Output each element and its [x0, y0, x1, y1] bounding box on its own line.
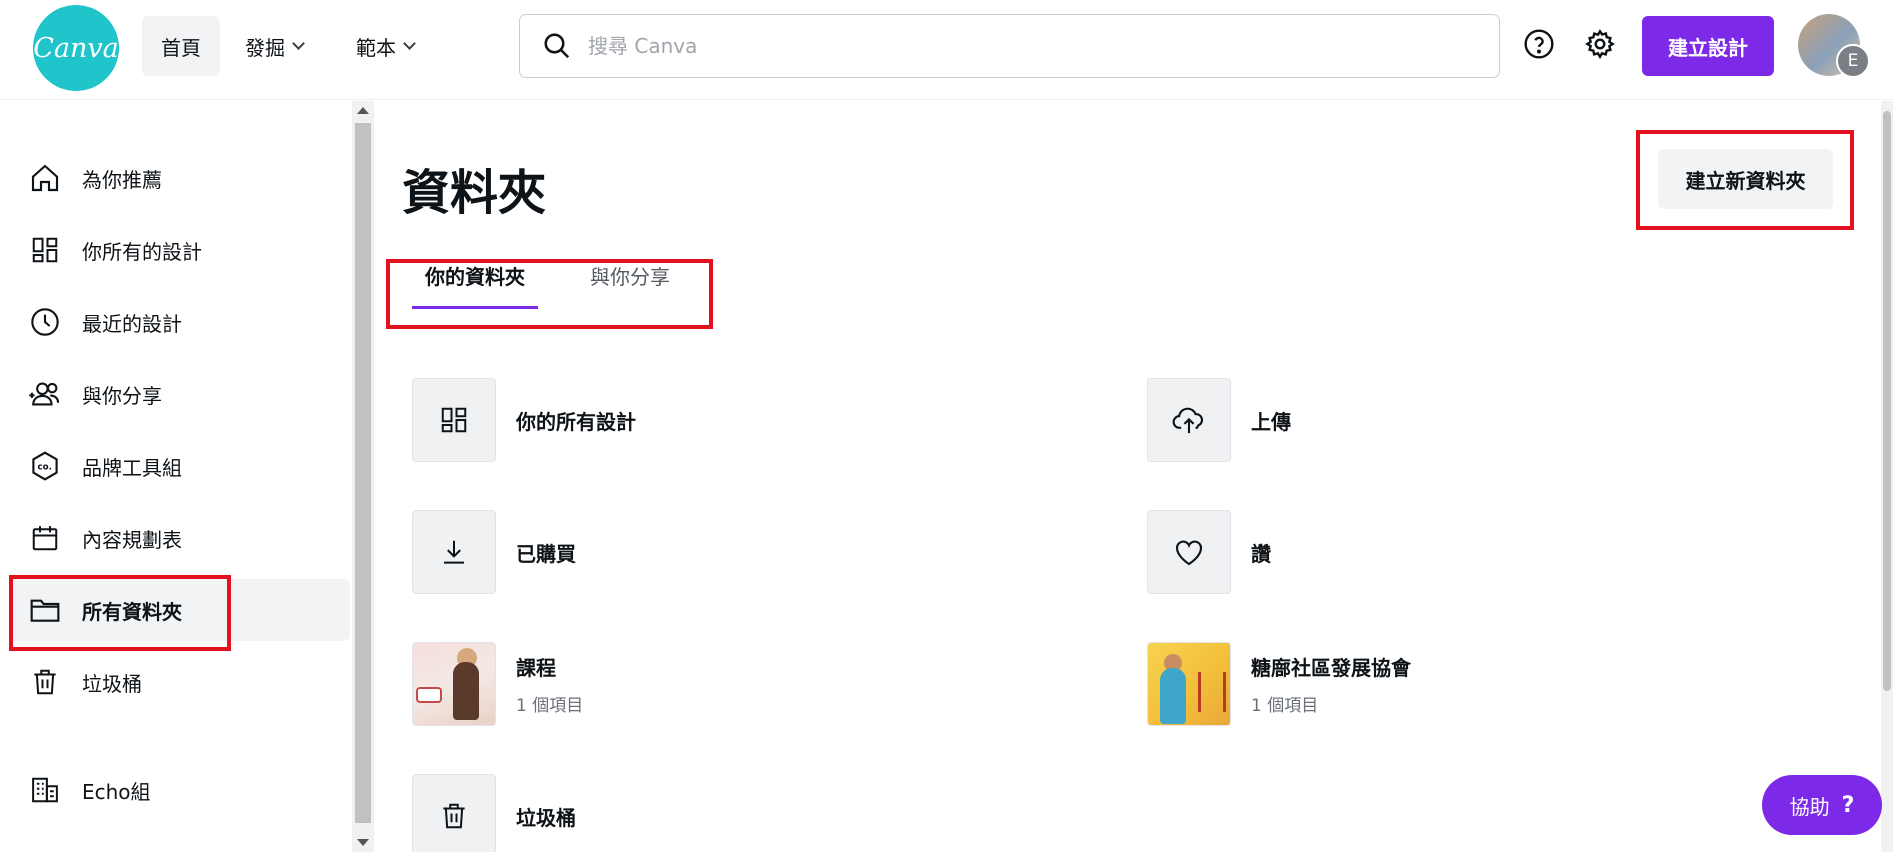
sidebar-item-content-planner[interactable]: 內容規劃表 [10, 507, 350, 569]
thumbnail-person [1160, 668, 1186, 724]
search-bar[interactable] [519, 14, 1500, 78]
folder-tile [412, 642, 496, 726]
sidebar-item-all-designs[interactable]: 你所有的設計 [10, 219, 350, 281]
folder-tile [412, 378, 496, 462]
folder-tile [1147, 642, 1231, 726]
folder-item-count: 1 個項目 [516, 696, 584, 716]
sidebar-item-brand-kit[interactable]: co. 品牌工具組 [10, 435, 350, 497]
sidebar-item-shared[interactable]: 與你分享 [10, 363, 350, 425]
avatar-team-badge: E [1836, 44, 1870, 78]
sidebar-item-trash[interactable]: 垃圾桶 [10, 651, 350, 713]
folder-all-designs[interactable]: 你的所有設計 [412, 378, 636, 462]
folder-uploads[interactable]: 上傳 [1147, 378, 1291, 462]
folder-association[interactable]: 糖廍社區發展協會 1 個項目 [1147, 642, 1411, 726]
sidebar-item-label: 品牌工具組 [82, 455, 182, 480]
nav-discover[interactable]: 發掘 [245, 16, 305, 76]
folder-item-count: 1 個項目 [1251, 696, 1319, 716]
question-mark-icon: ? [1841, 792, 1855, 818]
folder-name: 垃圾桶 [516, 805, 576, 830]
folder-name: 讚 [1251, 541, 1271, 566]
folder-tile [1147, 510, 1231, 594]
sidebar-item-label: Echo組 [82, 779, 151, 804]
folder-likes[interactable]: 讚 [1147, 510, 1271, 594]
nav-home-label: 首頁 [161, 35, 201, 60]
sidebar-item-team[interactable]: Echo組 [10, 759, 350, 821]
main-content: 資料夾 建立新資料夾 你的資料夾 與你分享 你的所有設計 上傳 已購買 讚 課程… [374, 101, 1881, 852]
trash-icon [443, 803, 465, 829]
cloud-upload-icon [1172, 407, 1204, 434]
svg-text:co.: co. [38, 463, 52, 473]
chevron-down-icon [403, 37, 416, 50]
folder-icon [28, 593, 62, 627]
sidebar-item-recent[interactable]: 最近的設計 [10, 291, 350, 353]
question-circle-icon [1524, 29, 1554, 59]
help-fab-label: 協助 [1789, 794, 1830, 819]
create-new-folder-button[interactable]: 建立新資料夾 [1658, 149, 1833, 209]
main-scrollbar[interactable] [1881, 101, 1893, 852]
course-thumbnail [413, 643, 495, 725]
download-icon [444, 540, 464, 564]
nav-templates[interactable]: 範本 [356, 16, 416, 76]
nav-home[interactable]: 首頁 [142, 16, 220, 76]
grid-icon [28, 233, 62, 267]
folder-name: 上傳 [1251, 409, 1291, 434]
sidebar-item-label: 所有資料夾 [82, 599, 182, 624]
scroll-up-arrow-icon[interactable] [357, 107, 369, 114]
scrollbar-thumb[interactable] [355, 123, 371, 823]
sidebar-item-label: 你所有的設計 [82, 239, 202, 264]
thumbnail-calligraphy [1198, 672, 1226, 712]
sidebar-item-label: 內容規劃表 [82, 527, 182, 552]
help-fab-button[interactable]: 協助 ? [1762, 775, 1882, 835]
gear-icon [1585, 29, 1615, 59]
sidebar-item-for-you[interactable]: 為你推薦 [10, 147, 350, 209]
sidebar-item-label: 為你推薦 [82, 167, 162, 192]
folder-trash[interactable]: 垃圾桶 [412, 774, 576, 852]
chevron-down-icon [292, 37, 305, 50]
home-icon [28, 161, 62, 195]
thumbnail-person [453, 662, 479, 720]
scroll-down-arrow-icon[interactable] [357, 839, 369, 846]
heart-icon [1175, 540, 1203, 566]
nav-templates-label: 範本 [356, 35, 396, 60]
folder-name: 已購買 [516, 541, 576, 566]
canva-logo[interactable]: Canva [33, 5, 119, 91]
folder-name: 你的所有設計 [516, 409, 636, 434]
grid-icon [441, 407, 467, 433]
sidebar: 為你推薦 你所有的設計 最近的設計 與你分享 co. 品牌工具組 內容規劃表 所… [0, 101, 352, 852]
sidebar-scrollbar[interactable] [352, 101, 374, 852]
folder-tile [412, 774, 496, 852]
search-icon [544, 33, 570, 59]
settings-button[interactable] [1580, 24, 1620, 64]
brand-kit-icon: co. [28, 449, 62, 483]
scrollbar-thumb[interactable] [1883, 111, 1891, 691]
sidebar-item-label: 最近的設計 [82, 311, 182, 336]
sidebar-item-all-folders[interactable]: 所有資料夾 [10, 579, 350, 641]
folder-tile [1147, 378, 1231, 462]
folder-course[interactable]: 課程 1 個項目 [412, 642, 583, 726]
tab-your-folders[interactable]: 你的資料夾 [412, 261, 538, 309]
trash-icon [28, 665, 62, 699]
folder-tile [412, 510, 496, 594]
tab-shared-with-you[interactable]: 與你分享 [590, 261, 670, 309]
top-header: Canva 首頁 發掘 範本 建立設計 E [0, 0, 1893, 100]
association-thumbnail [1148, 643, 1230, 725]
sidebar-item-label: 垃圾桶 [82, 671, 142, 696]
sidebar-item-label: 與你分享 [82, 383, 162, 408]
thumbnail-speech-bubble [416, 687, 442, 703]
nav-discover-label: 發掘 [245, 35, 285, 60]
help-button[interactable] [1519, 24, 1559, 64]
page-title: 資料夾 [402, 165, 547, 221]
clock-icon [28, 305, 62, 339]
folder-purchased[interactable]: 已購買 [412, 510, 576, 594]
folder-name: 課程 [516, 656, 556, 680]
building-icon [28, 773, 62, 807]
calendar-icon [28, 521, 62, 555]
folder-name: 糖廍社區發展協會 [1251, 656, 1411, 680]
create-design-button[interactable]: 建立設計 [1642, 16, 1774, 76]
search-input[interactable] [588, 34, 1438, 58]
people-icon [28, 377, 62, 411]
